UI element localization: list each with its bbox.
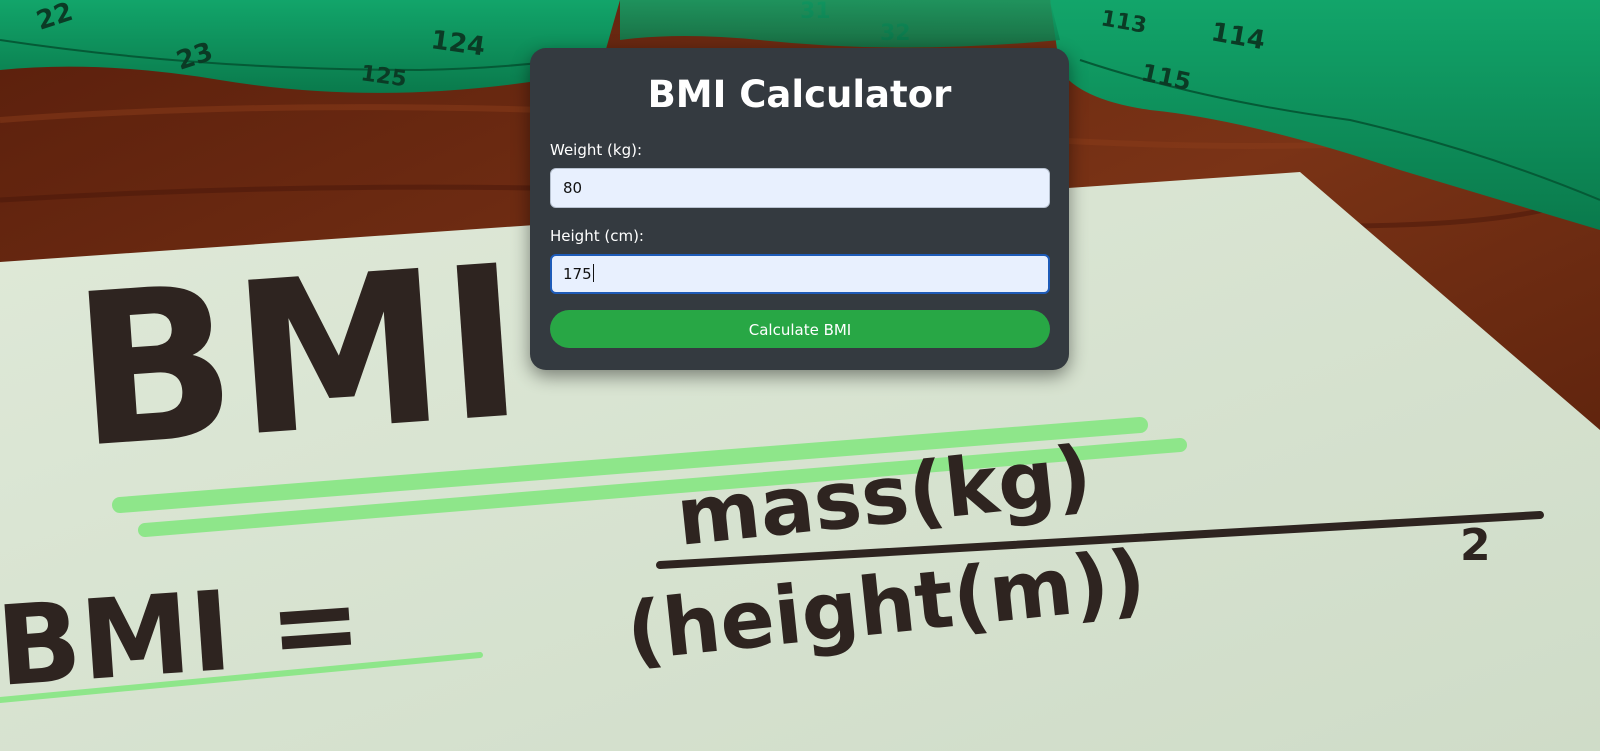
height-label: Height (cm):: [550, 227, 644, 245]
note-heading: BMI: [66, 219, 529, 495]
page: 22 23 124 125 114 115 113 31 32 BMI BMI …: [0, 0, 1600, 751]
page-title: BMI Calculator: [647, 73, 952, 116]
bmi-card: BMI Calculator Weight (kg): 80 Height (c…: [530, 48, 1069, 370]
weight-label: Weight (kg):: [550, 141, 642, 159]
height-input[interactable]: 175: [550, 254, 1050, 294]
note-formula-lhs: BMI =: [0, 558, 366, 711]
note-exponent: 2: [1460, 520, 1491, 571]
weight-input-value: 80: [563, 179, 583, 197]
text-caret: [592, 264, 594, 282]
height-input-value: 175: [563, 265, 592, 283]
calculate-bmi-button[interactable]: Calculate BMI: [550, 310, 1050, 348]
weight-input[interactable]: 80: [550, 168, 1050, 208]
